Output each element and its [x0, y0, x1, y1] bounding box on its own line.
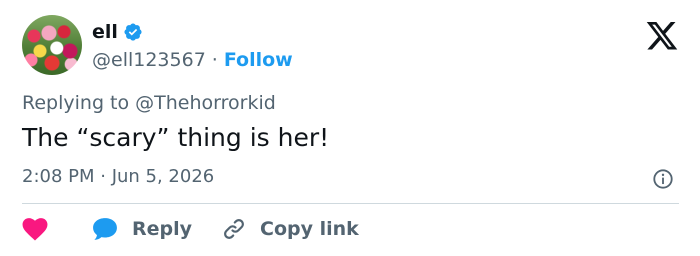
copy-link-button[interactable]: Copy link	[222, 217, 359, 241]
replying-to-line: Replying to @Thehorrorkid	[22, 92, 276, 114]
replying-to-mention[interactable]: @Thehorrorkid	[135, 92, 276, 114]
reply-label: Reply	[132, 218, 193, 240]
avatar[interactable]	[22, 15, 82, 75]
tweet-text: The “scary” thing is her!	[22, 123, 330, 152]
author-handle[interactable]: @ell123567	[92, 49, 206, 71]
author-display-name[interactable]: ell	[92, 21, 118, 43]
info-icon[interactable]	[652, 168, 674, 190]
follow-button[interactable]: Follow	[224, 49, 293, 71]
separator-dot: ·	[211, 49, 218, 71]
replying-to-prefix: Replying to	[22, 92, 136, 114]
x-logo-icon[interactable]	[646, 22, 678, 50]
heart-icon	[22, 218, 48, 241]
verified-badge-icon	[124, 23, 142, 41]
copy-link-label: Copy link	[260, 218, 359, 240]
reply-button[interactable]: Reply	[92, 217, 192, 241]
reply-bubble-icon	[93, 218, 117, 240]
like-button[interactable]	[22, 217, 48, 241]
action-bar: Reply Copy link	[22, 214, 359, 244]
link-icon	[224, 219, 244, 239]
author-handle-row: @ell123567 · Follow	[92, 48, 293, 72]
divider	[22, 203, 679, 204]
author-name-row: ell	[92, 20, 143, 44]
tweet-timestamp[interactable]: 2:08 PM · Jun 5, 2026	[22, 166, 214, 187]
